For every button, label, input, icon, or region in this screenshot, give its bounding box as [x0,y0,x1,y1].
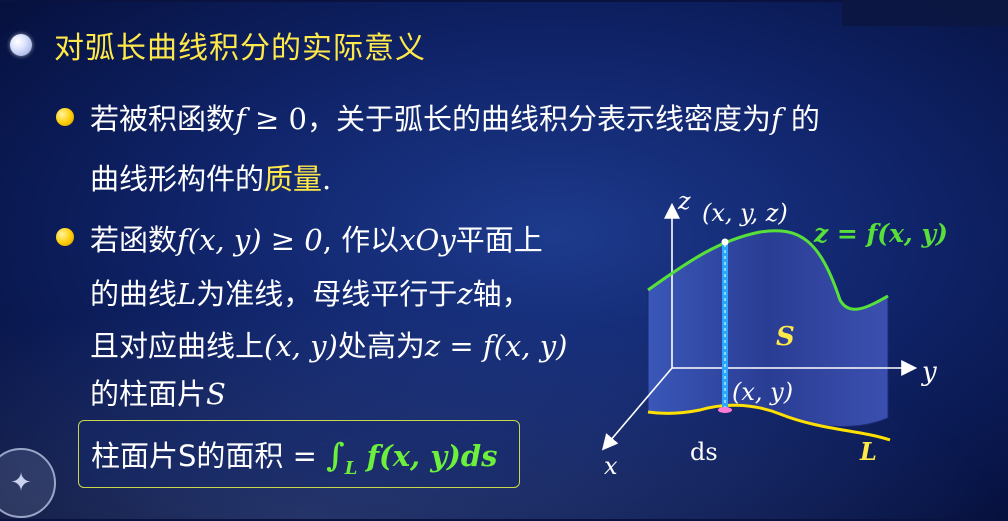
x-axis-label: x [604,452,618,480]
surface-eq-label: z = f(x, y) [813,219,948,248]
point-top-label: (x, y, z) [702,199,788,227]
surface-S-label: S [776,322,795,352]
ds-label: ds [690,438,718,466]
curve-L-label: L [859,437,877,466]
z-axis-label: z [677,187,691,215]
y-axis-label: y [921,357,937,387]
top-point [721,238,729,246]
point-base-label: (x, y) [732,378,793,406]
ds-segment [718,407,732,413]
cylinder-diagram: z (x, y, z) z = f(x, y) S y (x, y) x ds … [601,187,948,480]
